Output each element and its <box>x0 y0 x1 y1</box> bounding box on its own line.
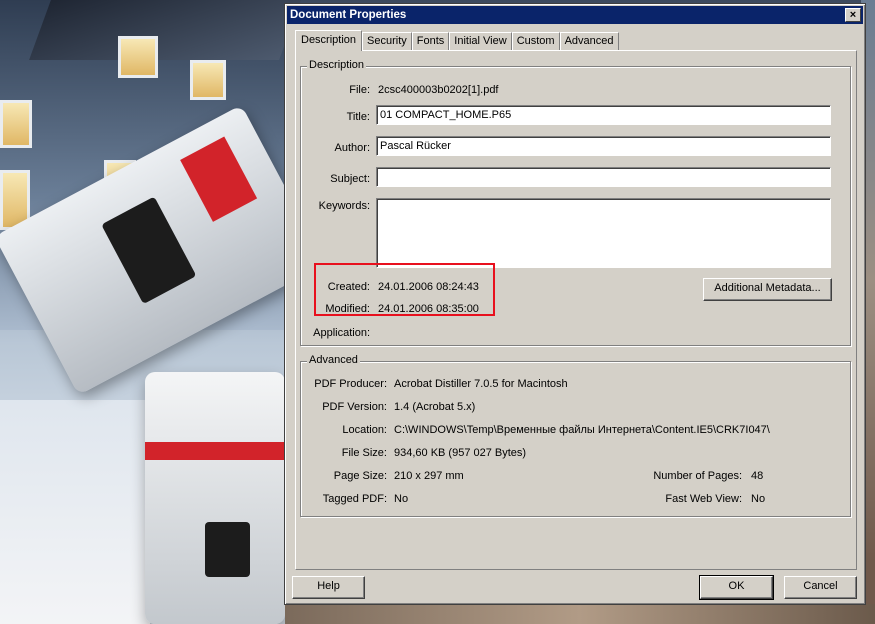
subject-label: Subject: <box>330 173 370 185</box>
house-window <box>190 60 226 100</box>
window-title: Document Properties <box>290 9 407 21</box>
tab-strip: Description Security Fonts Initial View … <box>295 30 619 51</box>
number-of-pages-value: 48 <box>751 470 764 482</box>
cancel-button[interactable]: Cancel <box>784 576 857 599</box>
pdf-producer-label: PDF Producer: <box>314 378 387 390</box>
author-label: Author: <box>334 142 370 154</box>
fast-web-view-value: No <box>751 493 766 505</box>
keywords-label: Keywords: <box>318 200 370 212</box>
house-window <box>0 100 32 148</box>
keywords-field[interactable] <box>376 198 831 268</box>
rcd-breaker-image <box>145 372 285 624</box>
author-field[interactable]: Pascal Rücker <box>376 136 831 156</box>
additional-metadata-button[interactable]: Additional Metadata... <box>703 278 832 301</box>
room-photo <box>0 400 150 624</box>
file-size-value: 934,60 KB (957 027 Bytes) <box>394 447 527 459</box>
tab-initial-view[interactable]: Initial View <box>449 32 512 50</box>
tagged-pdf-label: Tagged PDF: <box>322 493 387 505</box>
close-button[interactable]: × <box>845 8 861 22</box>
file-value: 2csc400003b0202[1].pdf <box>378 84 499 96</box>
fast-web-view-label: Fast Web View: <box>665 493 742 505</box>
tagged-pdf-value: No <box>394 493 409 505</box>
page-size-value: 210 x 297 mm <box>394 470 464 482</box>
advanced-group: Advanced PDF Producer: Acrobat Distiller… <box>300 354 851 517</box>
breaker-label <box>180 136 258 222</box>
tab-description[interactable]: Description <box>295 30 363 51</box>
help-button[interactable]: Help <box>292 576 365 599</box>
description-group-label: Description <box>307 59 367 71</box>
tab-fonts[interactable]: Fonts <box>411 32 450 50</box>
breaker-lever <box>205 522 250 577</box>
pdf-version-label: PDF Version: <box>322 401 387 413</box>
tab-security[interactable]: Security <box>362 32 412 50</box>
title-label: Title: <box>346 111 370 123</box>
background-edge <box>285 604 875 624</box>
subject-field[interactable] <box>376 167 831 187</box>
tab-custom[interactable]: Custom <box>511 32 560 50</box>
file-size-label: File Size: <box>341 447 387 459</box>
pdf-version-value: 1.4 (Acrobat 5.x) <box>394 401 476 413</box>
pdf-producer-value: Acrobat Distiller 7.0.5 for Macintosh <box>394 378 568 390</box>
breaker-label <box>145 442 285 460</box>
number-of-pages-label: Number of Pages: <box>653 470 742 482</box>
title-bar: Document Properties × <box>287 6 863 24</box>
advanced-group-label: Advanced <box>307 354 360 366</box>
ok-button[interactable]: OK <box>699 575 774 600</box>
breaker-lever <box>101 196 197 305</box>
dates-highlight-box <box>314 263 495 316</box>
close-icon: × <box>849 9 857 21</box>
tab-advanced[interactable]: Advanced <box>559 32 619 50</box>
application-label: Application: <box>313 327 370 339</box>
location-value: C:\WINDOWS\Temp\Временные файлы Интернет… <box>394 424 770 436</box>
title-field[interactable]: 01 COMPACT_HOME.P65 <box>376 105 831 125</box>
house-window <box>118 36 158 78</box>
house-roof <box>29 0 301 60</box>
location-label: Location: <box>342 424 387 436</box>
page-size-label: Page Size: <box>333 470 387 482</box>
file-label: File: <box>349 84 370 96</box>
